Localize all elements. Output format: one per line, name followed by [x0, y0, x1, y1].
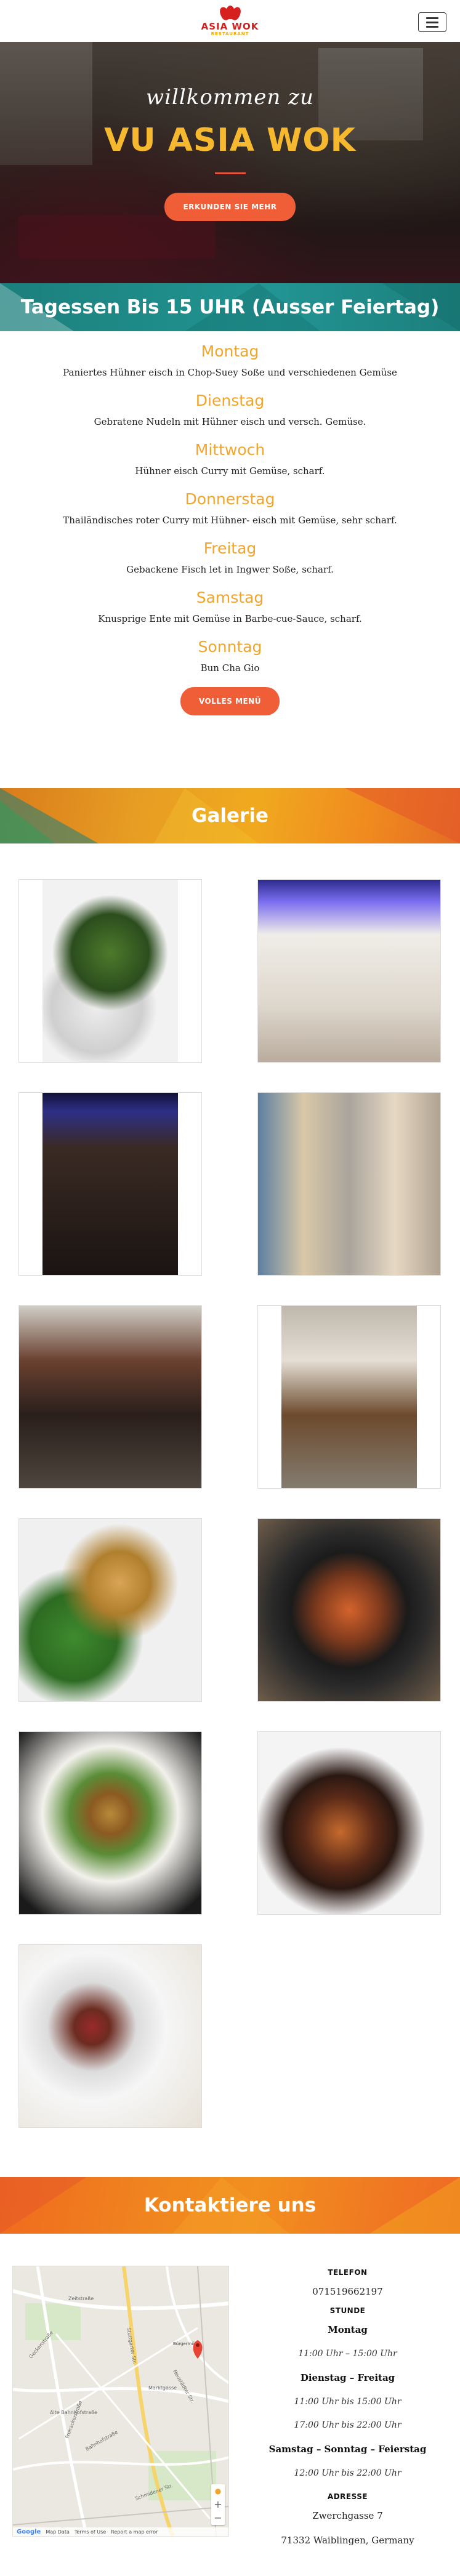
day-name: Dienstag: [195, 392, 265, 409]
contact-title: Kontaktiere uns: [143, 2194, 317, 2216]
site-header: ASIA WOK RESTAURANT: [0, 0, 460, 42]
menu-day: Montag Paniertes Hühner eisch in Chop-S…: [0, 340, 460, 389]
hours-day-group: Samstag – Sonntag – Feierstag: [268, 2444, 427, 2455]
google-logo: Google: [17, 2528, 41, 2535]
day-dish: Bun Cha Gio: [200, 662, 260, 674]
gallery-image[interactable]: [18, 1518, 202, 1702]
stunde-label: STUNDE: [329, 2306, 366, 2315]
daily-menu-banner: Tagessen Bis 15 UHR (Ausser Feiertag): [0, 283, 460, 331]
day-name: Sonntag: [198, 638, 262, 656]
map-data-link[interactable]: Map Data: [46, 2529, 70, 2535]
menu-day: Donnerstag Thailändisches roter Curry m…: [0, 488, 460, 537]
day-name: Montag: [201, 342, 259, 360]
gallery-image[interactable]: [257, 1305, 441, 1489]
address-line-1: Zwerchgasse 7: [312, 2510, 383, 2521]
map-zoom-controls: ● + −: [211, 2484, 225, 2525]
gallery-image[interactable]: [257, 1518, 441, 1702]
map-footer: Google Map Data Terms of Use Report a ma…: [13, 2527, 228, 2536]
hours-range: 17:00 Uhr bis 22:00 Uhr: [294, 2420, 401, 2430]
adresse-label: ADRESSE: [327, 2492, 368, 2501]
day-dish: Thailändisches roter Curry mit Hühner-…: [63, 515, 397, 526]
gallery-image[interactable]: [18, 1731, 202, 1915]
hamburger-menu-button[interactable]: [418, 12, 446, 32]
explore-more-button[interactable]: ERKUNDEN SIE MEHR: [164, 193, 296, 221]
menu-day: Sonntag Bun Cha Gio: [0, 635, 460, 685]
logo-lotus-icon: [217, 6, 243, 22]
day-dish: Gebratene Nudeln mit Hühner eisch und v…: [94, 416, 366, 427]
hours-range: 12:00 Uhr bis 22:00 Uhr: [294, 2468, 401, 2478]
hours-range: 11:00 Uhr – 15:00 Uhr: [298, 2349, 397, 2359]
daily-menu-title: Tagessen Bis 15 UHR (Ausser Feiertag): [20, 296, 440, 318]
zoom-out-button[interactable]: −: [211, 2511, 225, 2525]
menu-day: Freitag Gebackene Fisch let in Ingwer So…: [0, 537, 460, 586]
address-line-2: 71332 Waiblingen, Germany: [281, 2535, 414, 2546]
google-map[interactable]: Zeitstraße Geckenstraße Stuttgarter Str.…: [12, 2266, 229, 2537]
day-name: Samstag: [196, 589, 264, 606]
map-street-label: Marktgasse: [148, 2385, 177, 2391]
hours-day-group: Montag: [328, 2324, 368, 2335]
hours-day-group: Dienstag – Freitag: [300, 2372, 395, 2383]
gallery-image[interactable]: [18, 1944, 202, 2128]
gallery-banner: Galerie: [0, 788, 460, 843]
menu-day: Samstag Knusprige Ente mit Gemüse in Ba…: [0, 586, 460, 635]
hamburger-icon-bar: [426, 17, 438, 19]
contact-banner: Kontaktiere uns: [0, 2177, 460, 2234]
day-name: Donnerstag: [185, 490, 275, 508]
contact-info: TELEFON 071519662197 STUNDE Montag 11:00…: [248, 2266, 448, 2553]
hamburger-icon-bar: [426, 25, 438, 28]
full-menu-button[interactable]: VOLLES MENÜ: [180, 687, 280, 715]
hero-divider: [214, 172, 246, 174]
logo-text: ASIA WOK: [201, 21, 259, 32]
day-dish: Paniertes Hühner eisch in Chop-Suey Soß…: [63, 367, 397, 378]
gallery-title: Galerie: [192, 805, 268, 827]
day-dish: Gebackene Fisch let in Ingwer Soße, scha…: [126, 564, 334, 575]
map-terms-link[interactable]: Terms of Use: [75, 2529, 106, 2535]
gallery-image[interactable]: [257, 879, 441, 1063]
menu-day: Mittwoch Hühner eisch Curry mit Gemüse…: [0, 438, 460, 488]
menu-day: Dienstag Gebratene Nudeln mit Hühner ei…: [0, 389, 460, 438]
contact-section: Zeitstraße Geckenstraße Stuttgarter Str.…: [0, 2234, 460, 2553]
site-logo[interactable]: ASIA WOK RESTAURANT: [201, 6, 259, 36]
day-dish: Hühner eisch Curry mit Gemüse, scharf.: [135, 465, 325, 477]
hero-section: willkommen zu VU ASIA WOK ERKUNDEN SIE M…: [0, 42, 460, 283]
gallery-grid: [0, 843, 460, 2128]
gallery-image[interactable]: [257, 1092, 441, 1276]
gallery-image[interactable]: [257, 1731, 441, 1915]
logo-subtext: RESTAURANT: [211, 31, 249, 36]
street-view-pegman-icon[interactable]: ●: [211, 2484, 225, 2498]
hours-range: 11:00 Uhr bis 15:00 Uhr: [294, 2397, 401, 2407]
hero-welcome-text: willkommen zu: [146, 85, 314, 110]
day-name: Mittwoch: [195, 441, 265, 459]
gallery-image[interactable]: [18, 879, 202, 1063]
map-street-label: Zeitstraße: [68, 2296, 94, 2301]
zoom-in-button[interactable]: +: [211, 2498, 225, 2511]
hero-title: VU ASIA WOK: [104, 122, 356, 159]
day-dish: Knusprige Ente mit Gemüse in Barbe-cue-…: [98, 613, 362, 624]
gallery-image[interactable]: [18, 1305, 202, 1489]
telefon-value[interactable]: 071519662197: [248, 2279, 448, 2304]
hamburger-icon-bar: [426, 21, 438, 23]
daily-menu-list: Montag Paniertes Hühner eisch in Chop-S…: [0, 331, 460, 715]
day-name: Freitag: [203, 539, 257, 557]
telefon-label: TELEFON: [328, 2268, 368, 2277]
gallery-image[interactable]: [18, 1092, 202, 1276]
map-report-link[interactable]: Report a map error: [111, 2529, 158, 2535]
